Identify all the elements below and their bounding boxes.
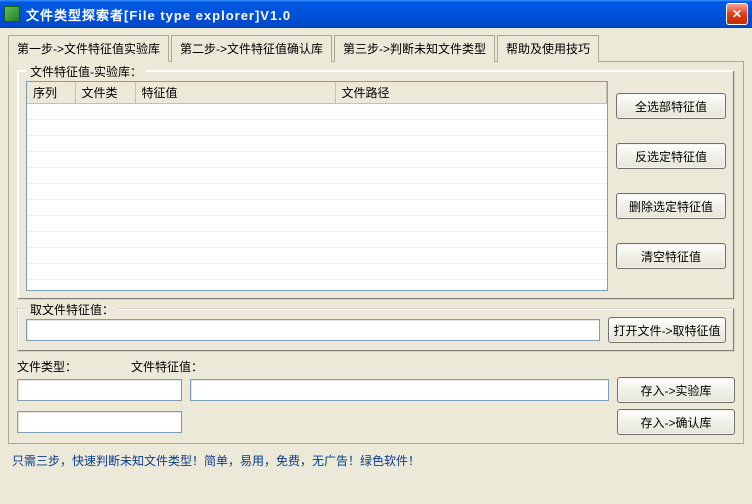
- table-row[interactable]: [27, 136, 607, 152]
- label-file-type: 文件类型：: [17, 358, 77, 375]
- feature-table[interactable]: 序列 文件类 特征值 文件路径: [26, 81, 608, 291]
- col-feature[interactable]: 特征值: [135, 82, 335, 104]
- col-index[interactable]: 序列: [27, 82, 75, 104]
- footer-text: 只需三步，快速判断未知文件类型！简单，易用，免费，无广告！绿色软件！: [8, 444, 744, 469]
- table-row[interactable]: [27, 280, 607, 292]
- table-row[interactable]: [27, 152, 607, 168]
- table-row[interactable]: [27, 216, 607, 232]
- group-feature-lab: 文件特征值-实验库： 序列 文件类 特征值 文件路径: [17, 70, 735, 300]
- col-path[interactable]: 文件路径: [335, 82, 607, 104]
- table-row[interactable]: [27, 248, 607, 264]
- group-get-feature-legend: 取文件特征值：: [26, 301, 118, 318]
- tab-step2[interactable]: 第二步->文件特征值确认库: [171, 35, 332, 62]
- open-file-button[interactable]: 打开文件->取特征值: [608, 317, 726, 343]
- window-title: 文件类型探索者[File type explorer]V1.0: [26, 5, 726, 24]
- invert-selection-button[interactable]: 反选定特征值: [616, 143, 726, 169]
- group-get-feature: 取文件特征值： 打开文件->取特征值: [17, 308, 735, 352]
- table-row[interactable]: [27, 168, 607, 184]
- save-confirm-button[interactable]: 存入->确认库: [617, 409, 735, 435]
- close-button[interactable]: ✕: [726, 3, 748, 25]
- select-all-button[interactable]: 全选部特征值: [616, 93, 726, 119]
- feature-value-input[interactable]: [190, 379, 609, 401]
- table-row[interactable]: [27, 184, 607, 200]
- clear-button[interactable]: 清空特征值: [616, 243, 726, 269]
- label-feature-value: 文件特征值：: [131, 358, 203, 375]
- side-button-column: 全选部特征值 反选定特征值 删除选定特征值 清空特征值: [616, 81, 726, 291]
- file-type-input[interactable]: [17, 379, 182, 401]
- tab-bar: 第一步->文件特征值实验库 第二步->文件特征值确认库 第三步->判断未知文件类…: [8, 34, 744, 62]
- tab-help[interactable]: 帮助及使用技巧: [497, 35, 599, 62]
- table-row[interactable]: [27, 232, 607, 248]
- table-row[interactable]: [27, 120, 607, 136]
- delete-selected-button[interactable]: 删除选定特征值: [616, 193, 726, 219]
- file-path-input[interactable]: [26, 319, 600, 341]
- tab-step3[interactable]: 第三步->判断未知文件类型: [334, 35, 495, 62]
- titlebar: 文件类型探索者[File type explorer]V1.0 ✕: [0, 0, 752, 28]
- app-icon: [4, 6, 20, 22]
- tab-pane: 文件特征值-实验库： 序列 文件类 特征值 文件路径: [8, 62, 744, 444]
- table-row[interactable]: [27, 200, 607, 216]
- table-row[interactable]: [27, 104, 607, 120]
- tab-step1[interactable]: 第一步->文件特征值实验库: [8, 35, 169, 62]
- table-row[interactable]: [27, 264, 607, 280]
- extra-input[interactable]: [17, 411, 182, 433]
- col-filetype[interactable]: 文件类: [75, 82, 135, 104]
- save-lab-button[interactable]: 存入->实验库: [617, 377, 735, 403]
- close-icon: ✕: [732, 7, 742, 21]
- group-feature-lab-legend: 文件特征值-实验库：: [26, 63, 146, 80]
